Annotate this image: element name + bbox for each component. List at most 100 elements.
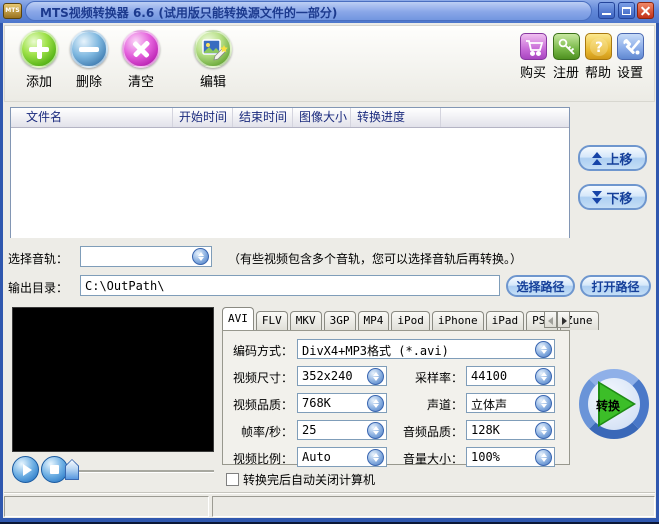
volume-select[interactable]: 100% [466, 447, 555, 467]
tab-scroll [544, 311, 570, 328]
tab-scroll-left-button[interactable] [544, 311, 557, 328]
video-size-select[interactable]: 352x240 [297, 366, 387, 386]
frame-rate-value: 25 [302, 423, 317, 437]
delete-button[interactable]: 删除 [67, 30, 111, 90]
titlebar: MTS MTS视频转换器 6.6 (试用版只能转换源文件的一部分) [0, 0, 659, 23]
settings-label: 设置 [616, 66, 643, 81]
select-path-button[interactable]: 选择路径 [506, 275, 575, 297]
move-up-button[interactable]: 上移 [578, 145, 647, 171]
video-ratio-value: Auto [302, 450, 331, 464]
video-ratio-select[interactable]: Auto [297, 447, 387, 467]
frame-rate-select[interactable]: 25 [297, 420, 387, 440]
tab-scroll-right-button[interactable] [557, 311, 570, 328]
column-start-time[interactable]: 开始时间 [173, 108, 233, 127]
spinner-icon[interactable] [367, 421, 384, 439]
edit-icon [194, 30, 232, 68]
frame-rate-label: 帧率/秒： [240, 425, 293, 439]
statusbar-divider [4, 492, 655, 494]
video-quality-select[interactable]: 768K [297, 393, 387, 413]
output-dir-input[interactable] [80, 275, 500, 296]
convert-label: 转换 [596, 399, 621, 413]
cart-icon [519, 33, 547, 60]
volume-label: 音量大小： [402, 452, 463, 466]
column-filler [441, 108, 569, 127]
open-path-button[interactable]: 打开路径 [580, 275, 651, 297]
register-label: 注册 [552, 66, 579, 81]
shutdown-checkbox-label: 转换完后自动关闭计算机 [243, 473, 376, 487]
move-down-button[interactable]: 下移 [578, 184, 647, 210]
add-icon [20, 30, 58, 68]
video-quality-label: 视频品质： [232, 398, 293, 412]
spinner-icon[interactable] [367, 394, 384, 412]
channels-select[interactable]: 立体声 [466, 393, 555, 413]
tab-3gp[interactable]: 3GP [323, 311, 356, 330]
column-progress[interactable]: 转换进度 [351, 108, 441, 127]
add-button[interactable]: 添加 [17, 30, 61, 90]
audio-quality-select[interactable]: 128K [466, 420, 555, 440]
register-button[interactable]: 注册 [551, 33, 581, 81]
convert-button[interactable]: 转换 [579, 369, 649, 439]
delete-label: 删除 [75, 75, 102, 90]
remove-icon [70, 30, 108, 68]
app-window: MTS MTS视频转换器 6.6 (试用版只能转换源文件的一部分) 添加 删除 … [0, 0, 659, 524]
format-tabs: AVI FLV MKV 3GP MP4 iPod iPhone iPad PSP… [222, 307, 599, 330]
tab-ipad[interactable]: iPad [485, 311, 525, 330]
help-label: 帮助 [584, 66, 611, 81]
shutdown-checkbox-row: 转换完后自动关闭计算机 [226, 471, 375, 488]
tab-mp4[interactable]: MP4 [357, 311, 390, 330]
stop-icon [50, 465, 59, 474]
minimize-button[interactable] [598, 2, 615, 19]
volume-value: 100% [471, 450, 500, 464]
video-size-label: 视频尺寸： [232, 371, 293, 385]
maximize-button[interactable] [618, 2, 635, 19]
tab-iphone[interactable]: iPhone [431, 311, 484, 330]
clear-label: 清空 [127, 75, 154, 90]
encoding-select[interactable]: DivX4+MP3格式 (*.avi) [297, 339, 555, 359]
shutdown-checkbox[interactable] [226, 473, 239, 486]
seek-slider-track[interactable] [75, 470, 214, 473]
chevron-up-icon [592, 151, 603, 166]
audio-quality-value: 128K [471, 423, 500, 437]
key-icon [552, 33, 580, 60]
app-icon: MTS [3, 3, 22, 19]
column-filename[interactable]: 文件名 [11, 108, 173, 127]
clear-button[interactable]: 清空 [119, 30, 163, 90]
help-button[interactable]: ? 帮助 [583, 33, 613, 81]
audio-track-select[interactable] [80, 246, 212, 267]
video-preview [12, 307, 214, 452]
play-button[interactable] [12, 456, 39, 483]
settings-icon [616, 33, 644, 60]
tab-flv[interactable]: FLV [255, 311, 288, 330]
edit-button[interactable]: 编辑 [191, 30, 235, 90]
add-label: 添加 [25, 75, 52, 90]
tab-mkv[interactable]: MKV [289, 311, 322, 330]
tab-avi[interactable]: AVI [222, 307, 254, 330]
audio-track-note: （有些视频包含多个音轨，您可以选择音轨后再转换。） [228, 252, 523, 266]
encoding-label: 编码方式： [232, 344, 293, 358]
spinner-icon[interactable] [367, 448, 384, 466]
file-list-body[interactable] [11, 128, 569, 238]
stop-button[interactable] [41, 456, 68, 483]
spinner-icon[interactable] [535, 340, 552, 358]
maximize-icon [622, 7, 631, 15]
spinner-icon[interactable] [367, 367, 384, 385]
spinner-icon[interactable] [535, 448, 552, 466]
sample-rate-select[interactable]: 44100 [466, 366, 555, 386]
select-path-label: 选择路径 [516, 279, 565, 294]
spinner-icon[interactable] [535, 421, 552, 439]
tab-ipod[interactable]: iPod [391, 311, 430, 330]
column-image-size[interactable]: 图像大小 [293, 108, 351, 127]
close-button[interactable] [637, 2, 654, 19]
audio-quality-label: 音频品质： [402, 425, 463, 439]
settings-button[interactable]: 设置 [615, 33, 645, 81]
spinner-icon[interactable] [535, 394, 552, 412]
spinner-icon[interactable] [192, 248, 209, 265]
clear-icon [122, 30, 160, 68]
spinner-icon[interactable] [535, 367, 552, 385]
status-panel-right [212, 496, 655, 517]
sample-rate-label: 采样率： [414, 371, 463, 385]
buy-button[interactable]: 购买 [518, 33, 548, 81]
column-end-time[interactable]: 结束时间 [233, 108, 293, 127]
edit-label: 编辑 [199, 75, 226, 90]
video-ratio-label: 视频比例： [232, 452, 293, 466]
